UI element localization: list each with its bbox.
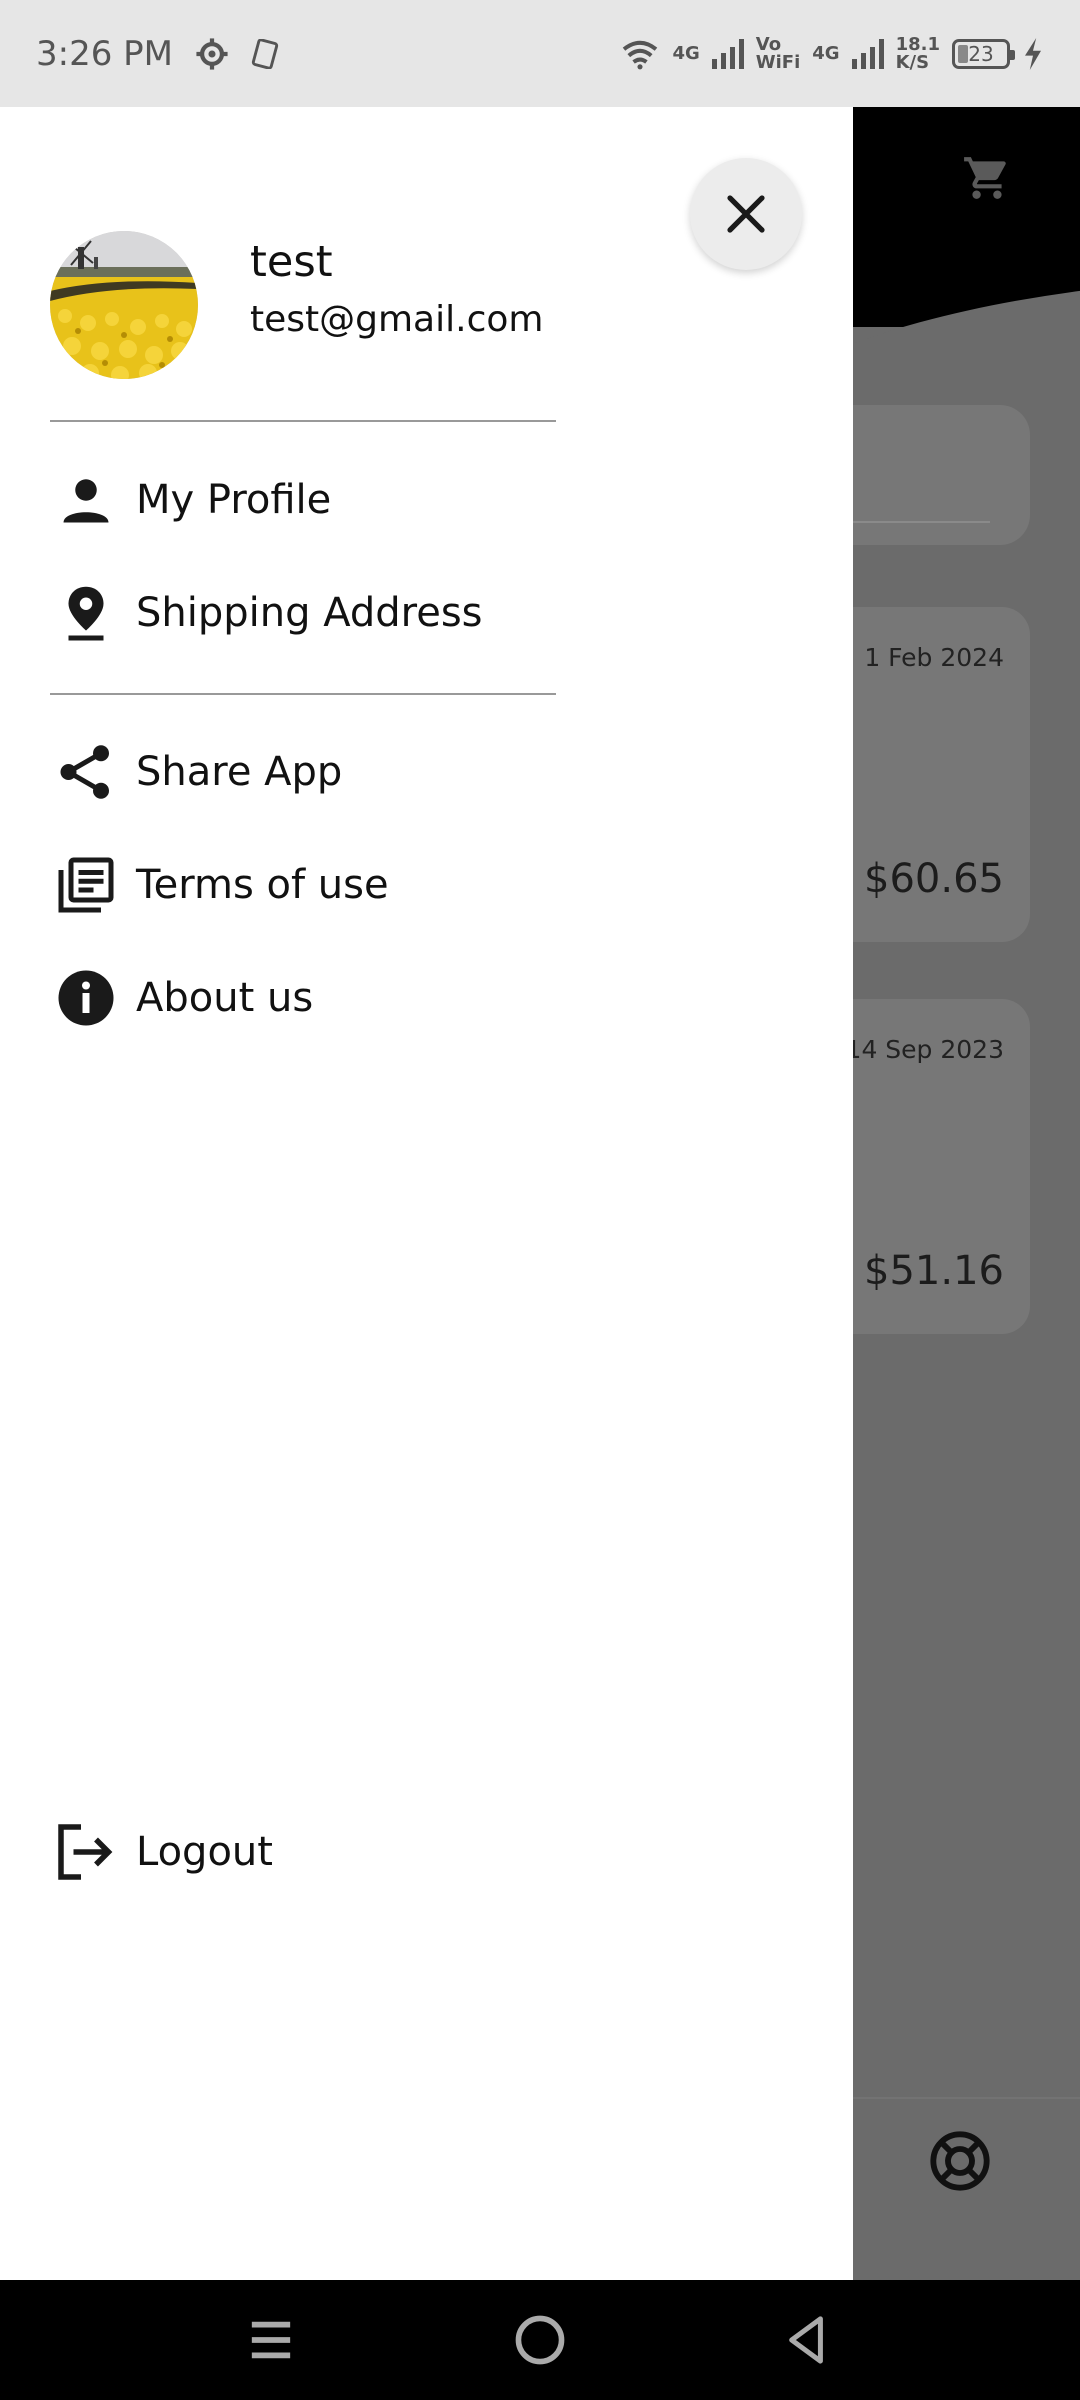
order-price: $60.65 bbox=[864, 856, 1004, 902]
document-icon bbox=[50, 849, 122, 921]
user-email: test@gmail.com bbox=[250, 299, 544, 340]
menu-item-about-us[interactable]: About us bbox=[50, 953, 313, 1043]
charging-bolt-icon bbox=[1025, 37, 1041, 70]
system-navigation-bar bbox=[0, 2280, 1080, 2400]
network-type-1: 4G bbox=[672, 42, 700, 64]
menu-item-my-profile[interactable]: My Profile bbox=[50, 455, 331, 545]
close-icon bbox=[727, 195, 765, 233]
share-icon bbox=[50, 736, 122, 808]
menu-item-label: Share App bbox=[136, 749, 343, 795]
logout-label: Logout bbox=[136, 1829, 273, 1875]
signal-bars-icon bbox=[711, 38, 744, 69]
order-date: 14 Sep 2023 bbox=[845, 1035, 1004, 1064]
network-type-2: 4G bbox=[812, 42, 840, 64]
navigation-drawer: test test@gmail.com My Profile Shipping … bbox=[0, 107, 853, 2280]
cart-icon bbox=[964, 157, 1006, 199]
order-price: $51.16 bbox=[864, 1248, 1004, 1294]
menu-item-share-app[interactable]: Share App bbox=[50, 727, 342, 817]
battery-icon: 23 bbox=[952, 38, 1015, 69]
payment-icon bbox=[251, 38, 279, 69]
order-date: 1 Feb 2024 bbox=[864, 643, 1004, 672]
menu-item-label: My Profile bbox=[136, 477, 332, 523]
menu-item-label: Shipping Address bbox=[136, 590, 483, 636]
menu-item-shipping-address[interactable]: Shipping Address bbox=[50, 568, 483, 658]
logout-button[interactable]: Logout bbox=[50, 1807, 273, 1897]
person-icon bbox=[50, 464, 122, 536]
recent-apps-icon[interactable] bbox=[248, 2312, 294, 2368]
close-drawer-button[interactable] bbox=[690, 158, 802, 270]
divider bbox=[50, 693, 556, 695]
settings-gear-icon bbox=[196, 37, 228, 70]
home-icon[interactable] bbox=[514, 2312, 566, 2368]
back-icon[interactable] bbox=[784, 2312, 830, 2368]
location-pin-icon bbox=[50, 577, 122, 649]
info-icon bbox=[50, 962, 122, 1034]
battery-level: 23 bbox=[968, 41, 994, 66]
status-bar: 3:26 PM 4G Vo WiFi 4G 18.1 K/S 23 bbox=[0, 0, 1080, 107]
status-time: 3:26 PM bbox=[36, 33, 173, 74]
data-speed: 18.1 K/S bbox=[895, 33, 940, 73]
user-name: test bbox=[250, 237, 333, 287]
avatar[interactable] bbox=[50, 231, 198, 379]
support-lifebuoy-icon bbox=[930, 2131, 990, 2191]
menu-item-label: Terms of use bbox=[136, 862, 389, 908]
menu-item-terms-of-use[interactable]: Terms of use bbox=[50, 840, 389, 930]
signal-bars-icon bbox=[851, 38, 884, 69]
divider bbox=[50, 420, 556, 422]
logout-icon bbox=[50, 1816, 122, 1888]
vowifi-label: Vo WiFi bbox=[755, 33, 801, 73]
wifi-icon bbox=[623, 40, 658, 69]
bottom-nav bbox=[820, 2097, 1080, 2279]
menu-item-label: About us bbox=[136, 975, 314, 1021]
